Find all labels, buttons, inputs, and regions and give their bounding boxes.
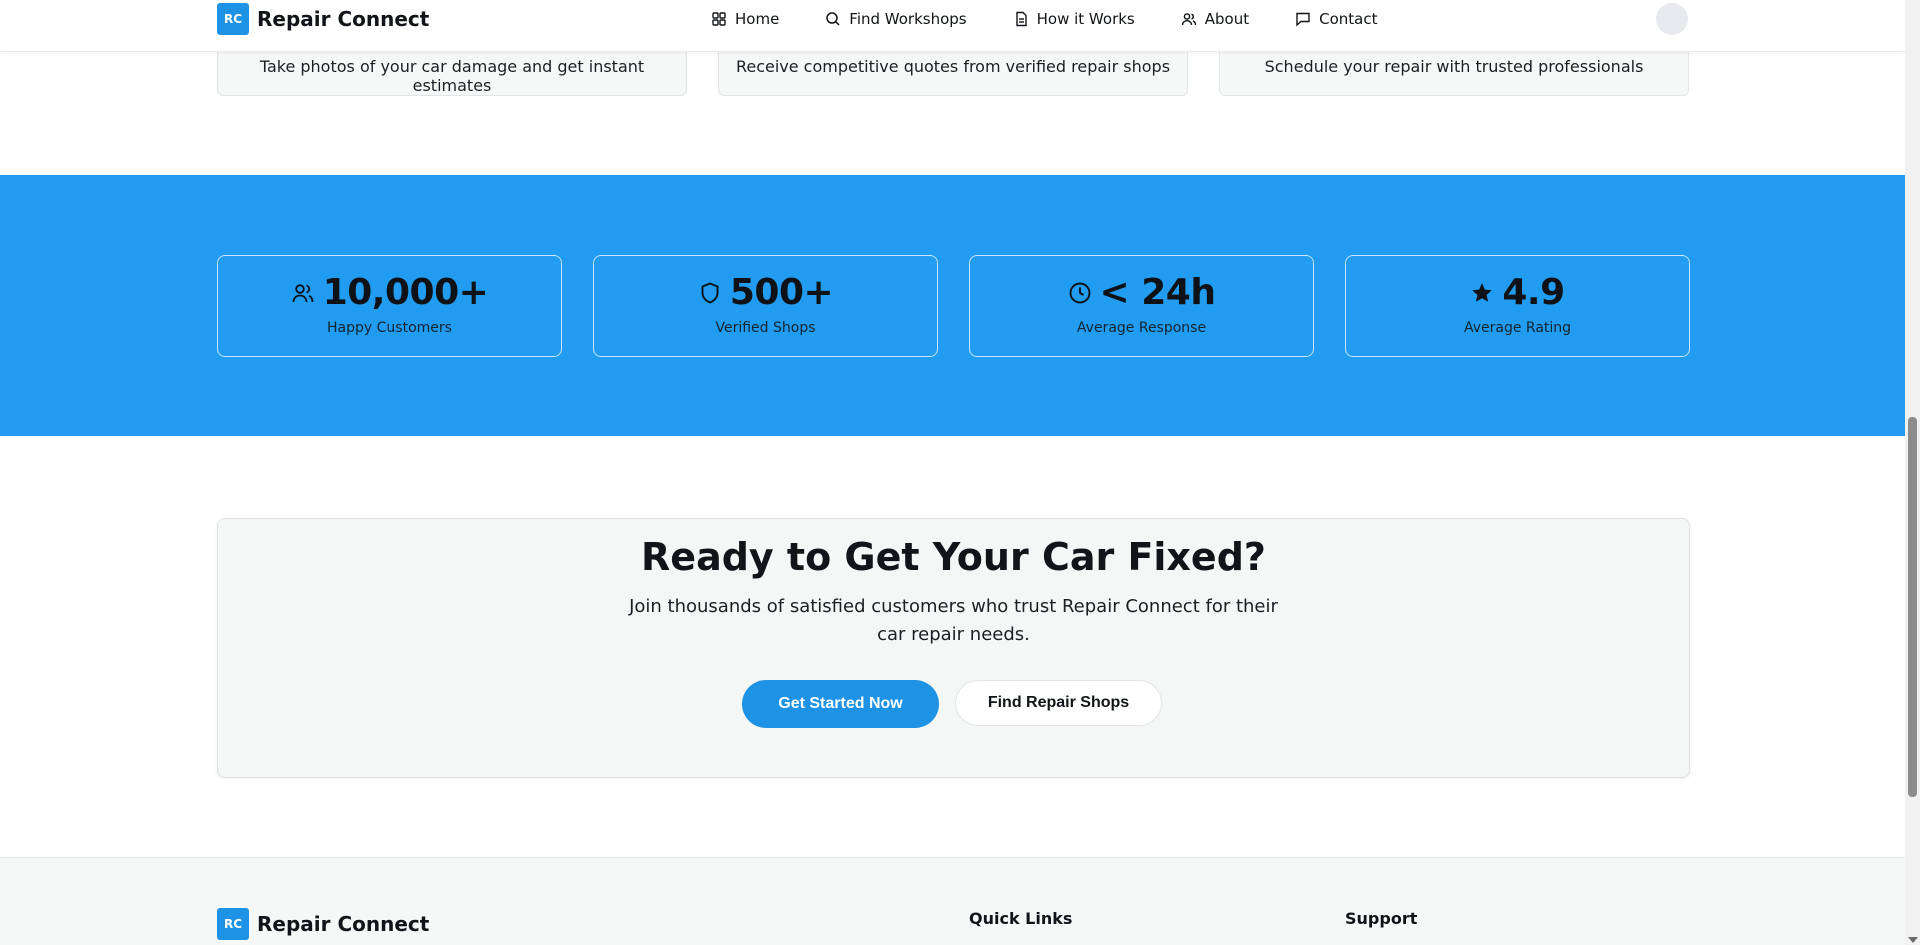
- page: Take photos of your car damage and get i…: [0, 0, 1905, 945]
- support-heading: Support: [1345, 909, 1418, 928]
- get-started-button[interactable]: Get Started Now: [742, 680, 939, 728]
- search-icon: [826, 11, 840, 26]
- scroll-down-arrow-icon[interactable]: [1908, 937, 1918, 943]
- stat-card-shops: 500+ Verified Shops: [593, 255, 938, 357]
- clock-icon: [1069, 282, 1090, 303]
- stat-card-customers: 10,000+ Happy Customers: [217, 255, 562, 357]
- find-repair-shops-button[interactable]: Find Repair Shops: [955, 680, 1162, 726]
- nav-about[interactable]: About: [1181, 10, 1249, 28]
- logo: RC: [217, 3, 249, 35]
- feature-text: Take photos of your car damage and get i…: [259, 57, 645, 95]
- footer: RC Repair Connect Quick Links Support: [0, 857, 1905, 945]
- document-icon: [1015, 11, 1027, 26]
- stats-section: 10,000+ Happy Customers 500+ Verified Sh…: [0, 175, 1905, 436]
- main-nav: Home Find Workshops How it Works About C…: [711, 0, 1377, 37]
- feature-text: Receive competitive quotes from verified…: [735, 57, 1171, 76]
- feature-text: Schedule your repair with trusted profes…: [1264, 57, 1644, 76]
- stat-label: Happy Customers: [327, 320, 452, 336]
- cta-subtitle: Join thousands of satisfied customers wh…: [629, 596, 1278, 645]
- brand-link[interactable]: RC Repair Connect: [217, 3, 429, 35]
- stat-label: Average Response: [1076, 320, 1207, 336]
- star-icon: [1472, 282, 1493, 302]
- user-avatar[interactable]: [1656, 3, 1688, 35]
- stat-value: < 24h: [1099, 272, 1216, 313]
- nav-how-it-works[interactable]: How it Works: [1013, 10, 1135, 28]
- chat-icon: [1296, 12, 1310, 27]
- stat-label: Verified Shops: [715, 320, 816, 336]
- stat-card-rating: 4.9 Average Rating: [1345, 255, 1690, 357]
- users-icon: [292, 283, 314, 302]
- cta-title: Ready to Get Your Car Fixed?: [641, 535, 1266, 579]
- footer-brand-name: Repair Connect: [257, 912, 430, 936]
- nav-contact[interactable]: Contact: [1295, 10, 1377, 28]
- nav-home-label: Home: [735, 9, 780, 28]
- stat-value: 10,000+: [322, 272, 489, 313]
- brand-name: Repair Connect: [257, 7, 430, 31]
- users-icon: [1181, 12, 1196, 25]
- shield-icon: [701, 281, 719, 304]
- nav-home[interactable]: Home: [711, 10, 779, 28]
- cta-section: Ready to Get Your Car Fixed? Join thousa…: [217, 518, 1690, 778]
- stat-value: 500+: [729, 272, 834, 313]
- quick-links-heading: Quick Links: [969, 909, 1073, 928]
- footer-logo: RC: [217, 908, 249, 940]
- stat-value: 4.9: [1502, 272, 1565, 313]
- nav-find-workshops[interactable]: Find Workshops: [825, 9, 967, 28]
- nav-contact-label: Contact: [1319, 9, 1378, 28]
- stat-label: Average Rating: [1463, 320, 1572, 336]
- nav-how-it-works-label: How it Works: [1036, 9, 1135, 28]
- page-scrollbar[interactable]: [1905, 0, 1920, 945]
- top-navbar: RC Repair Connect Home Find Workshops Ho…: [0, 0, 1905, 52]
- grid-icon: [712, 11, 726, 26]
- stat-card-response: < 24h Average Response: [969, 255, 1314, 357]
- scrollbar-thumb[interactable]: [1908, 417, 1917, 797]
- nav-about-label: About: [1204, 9, 1250, 28]
- footer-brand[interactable]: RC Repair Connect: [217, 908, 429, 940]
- nav-find-workshops-label: Find Workshops: [849, 9, 967, 28]
